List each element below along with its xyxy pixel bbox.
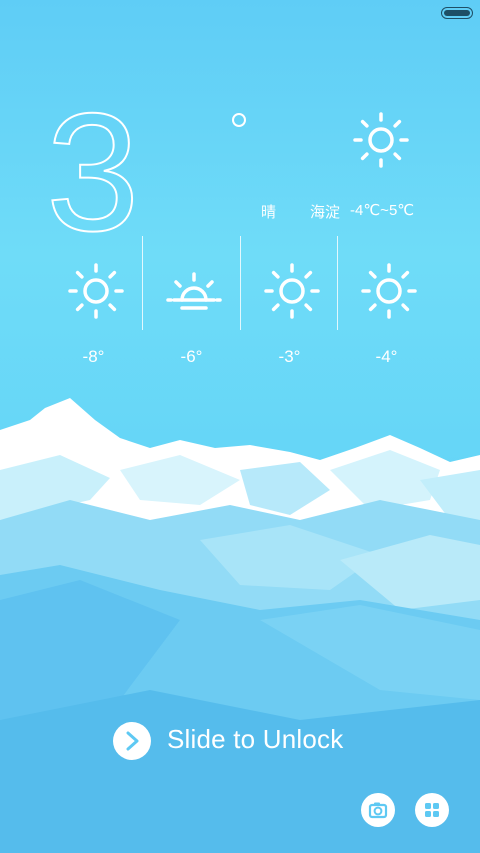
chevron-right-icon	[126, 731, 139, 751]
forecast-temp: -3°	[278, 347, 301, 366]
sun-icon	[264, 263, 320, 319]
temperature-range: -4℃~5℃	[350, 202, 415, 219]
apps-grid-icon	[425, 803, 439, 817]
forecast-temp: -8°	[82, 347, 105, 366]
apps-button[interactable]	[415, 793, 449, 827]
forecast-temp: -4°	[375, 347, 398, 366]
unlock-label: Slide to Unlock	[167, 724, 344, 754]
forecast-day-3: -3°	[241, 236, 338, 376]
degree-icon	[232, 113, 246, 127]
camera-icon	[368, 802, 388, 819]
sunrise-icon	[166, 272, 222, 310]
mountain-wallpaper	[0, 398, 480, 853]
sun-icon	[353, 112, 409, 168]
camera-button[interactable]	[361, 793, 395, 827]
forecast-row: -8° -6° -3° -4°	[45, 236, 442, 376]
sun-icon	[361, 263, 417, 319]
battery-icon	[441, 7, 473, 19]
forecast-day-4: -4°	[338, 236, 435, 376]
forecast-day-2: -6°	[143, 236, 240, 376]
city-name: 海淀	[310, 204, 341, 221]
weather-condition: 晴	[261, 204, 277, 221]
current-temperature: 3	[45, 78, 140, 266]
forecast-temp: -6°	[180, 347, 203, 366]
unlock-button[interactable]	[113, 722, 151, 760]
sun-icon	[68, 263, 124, 319]
forecast-day-1: -8°	[45, 236, 142, 376]
